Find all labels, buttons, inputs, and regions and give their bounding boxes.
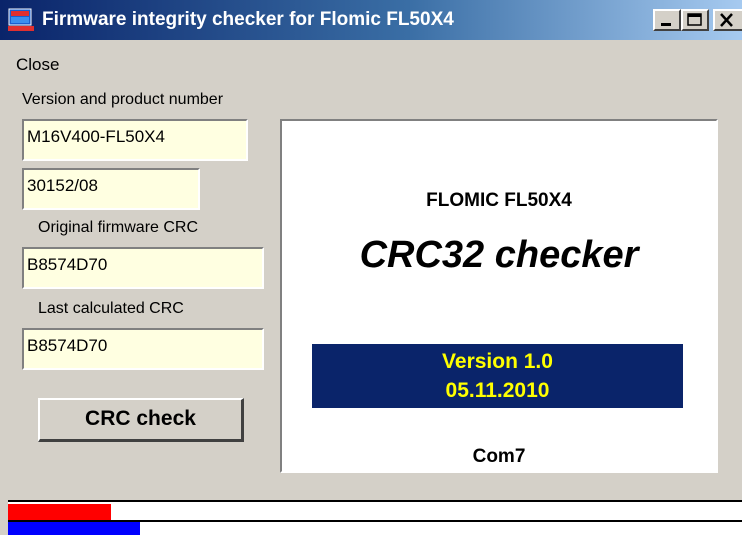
progress-bar-blue [8, 522, 742, 535]
app-window-icon [8, 8, 34, 31]
original-crc-field[interactable]: B8574D70 [22, 247, 264, 289]
minimize-button[interactable] [653, 9, 681, 31]
close-window-button[interactable] [713, 9, 742, 31]
product-title: FLOMIC FL50X4 [426, 190, 572, 211]
crc-checker-title: CRC32 checker [359, 234, 639, 276]
maximize-icon [687, 13, 702, 26]
info-panel: FLOMIC FL50X4 CRC32 checker Version 1.0 … [280, 119, 718, 473]
window-title: Firmware integrity checker for Flomic FL… [42, 9, 454, 30]
last-crc-field[interactable]: B8574D70 [22, 328, 264, 370]
app-window: Firmware integrity checker for Flomic FL… [0, 0, 742, 535]
product-number-field[interactable]: M16V400-FL50X4 [22, 119, 248, 161]
version-box: Version 1.0 05.11.2010 [312, 344, 683, 408]
title-bar[interactable]: Firmware integrity checker for Flomic FL… [0, 0, 742, 40]
close-icon [720, 13, 733, 27]
original-crc-label: Original firmware CRC [38, 219, 199, 236]
com-port-label: Com7 [472, 446, 526, 467]
crc-check-button[interactable]: CRC check [38, 398, 244, 442]
version-date: 05.11.2010 [445, 379, 550, 402]
progress-area [8, 500, 742, 535]
version-text: Version 1.0 [442, 350, 553, 373]
serial-number-field[interactable]: 30152/08 [22, 168, 200, 210]
progress-bar-red-fill [8, 504, 111, 520]
maximize-button[interactable] [681, 9, 709, 31]
version-product-label: Version and product number [22, 91, 224, 108]
last-crc-label: Last calculated CRC [38, 300, 184, 317]
minimize-icon [661, 23, 671, 26]
progress-bar-blue-fill [8, 522, 141, 535]
menu-item-close[interactable]: Close [16, 55, 59, 75]
progress-bar-red [8, 504, 742, 520]
